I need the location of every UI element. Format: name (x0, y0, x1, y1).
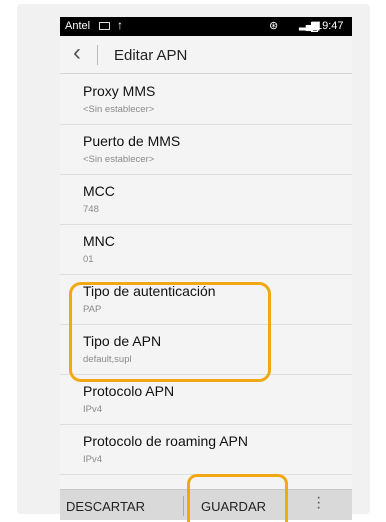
carrier-name: Antel (65, 20, 91, 32)
image-notification-icon (99, 22, 110, 30)
app-bar: ‹ Editar APN (60, 36, 352, 74)
setting-value: <Sin establecer> (83, 154, 155, 165)
setting-name: MNC (83, 233, 115, 249)
more-vert-icon[interactable]: · · · (316, 490, 321, 516)
setting-auth-type[interactable]: Tipo de autenticación PAP (60, 275, 352, 325)
setting-proxy-mms[interactable]: Proxy MMS <Sin establecer> (60, 75, 352, 125)
setting-value: default,supl (83, 354, 132, 365)
setting-value: 01 (83, 254, 94, 265)
apn-settings-list: Proxy MMS <Sin establecer> Puerto de MMS… (60, 75, 352, 475)
page-title: Editar APN (114, 47, 188, 64)
setting-value: IPv4 (83, 454, 103, 465)
status-time: 19:47 (316, 20, 344, 32)
setting-name: Tipo de autenticación (83, 283, 216, 299)
setting-name: Protocolo de roaming APN (83, 433, 248, 449)
phone-screen: Antel ↑ ⊛ ▂▄▆ 19:47 ‹ Editar APN Proxy M… (60, 17, 352, 520)
setting-name: Proxy MMS (83, 83, 156, 99)
setting-name: Protocolo APN (83, 383, 175, 399)
setting-name: Tipo de APN (83, 333, 162, 349)
setting-mms-port[interactable]: Puerto de MMS <Sin establecer> (60, 125, 352, 175)
setting-mnc[interactable]: MNC 01 (60, 225, 352, 275)
discard-button[interactable]: DESCARTAR (66, 499, 145, 514)
app-bar-divider (97, 45, 98, 65)
action-bar-divider (183, 496, 184, 516)
setting-mcc[interactable]: MCC 748 (60, 175, 352, 225)
save-button[interactable]: GUARDAR (201, 499, 266, 514)
setting-apn-protocol[interactable]: Protocolo APN IPv4 (60, 375, 352, 425)
setting-apn-type[interactable]: Tipo de APN default,supl (60, 325, 352, 375)
setting-value: 748 (83, 204, 99, 215)
setting-name: Puerto de MMS (83, 133, 181, 149)
setting-value: <Sin establecer> (83, 104, 155, 115)
setting-roaming-protocol[interactable]: Protocolo de roaming APN IPv4 (60, 425, 352, 475)
setting-value: IPv4 (83, 404, 103, 415)
vibrate-icon: ⊛ (269, 20, 279, 32)
upload-icon: ↑ (117, 18, 123, 32)
back-chevron-icon[interactable]: ‹ (66, 40, 88, 66)
setting-value: PAP (83, 304, 102, 315)
action-bar: DESCARTAR GUARDAR · · · (60, 489, 352, 520)
setting-name: MCC (83, 183, 115, 199)
status-bar: Antel ↑ ⊛ ▂▄▆ 19:47 (60, 17, 352, 36)
